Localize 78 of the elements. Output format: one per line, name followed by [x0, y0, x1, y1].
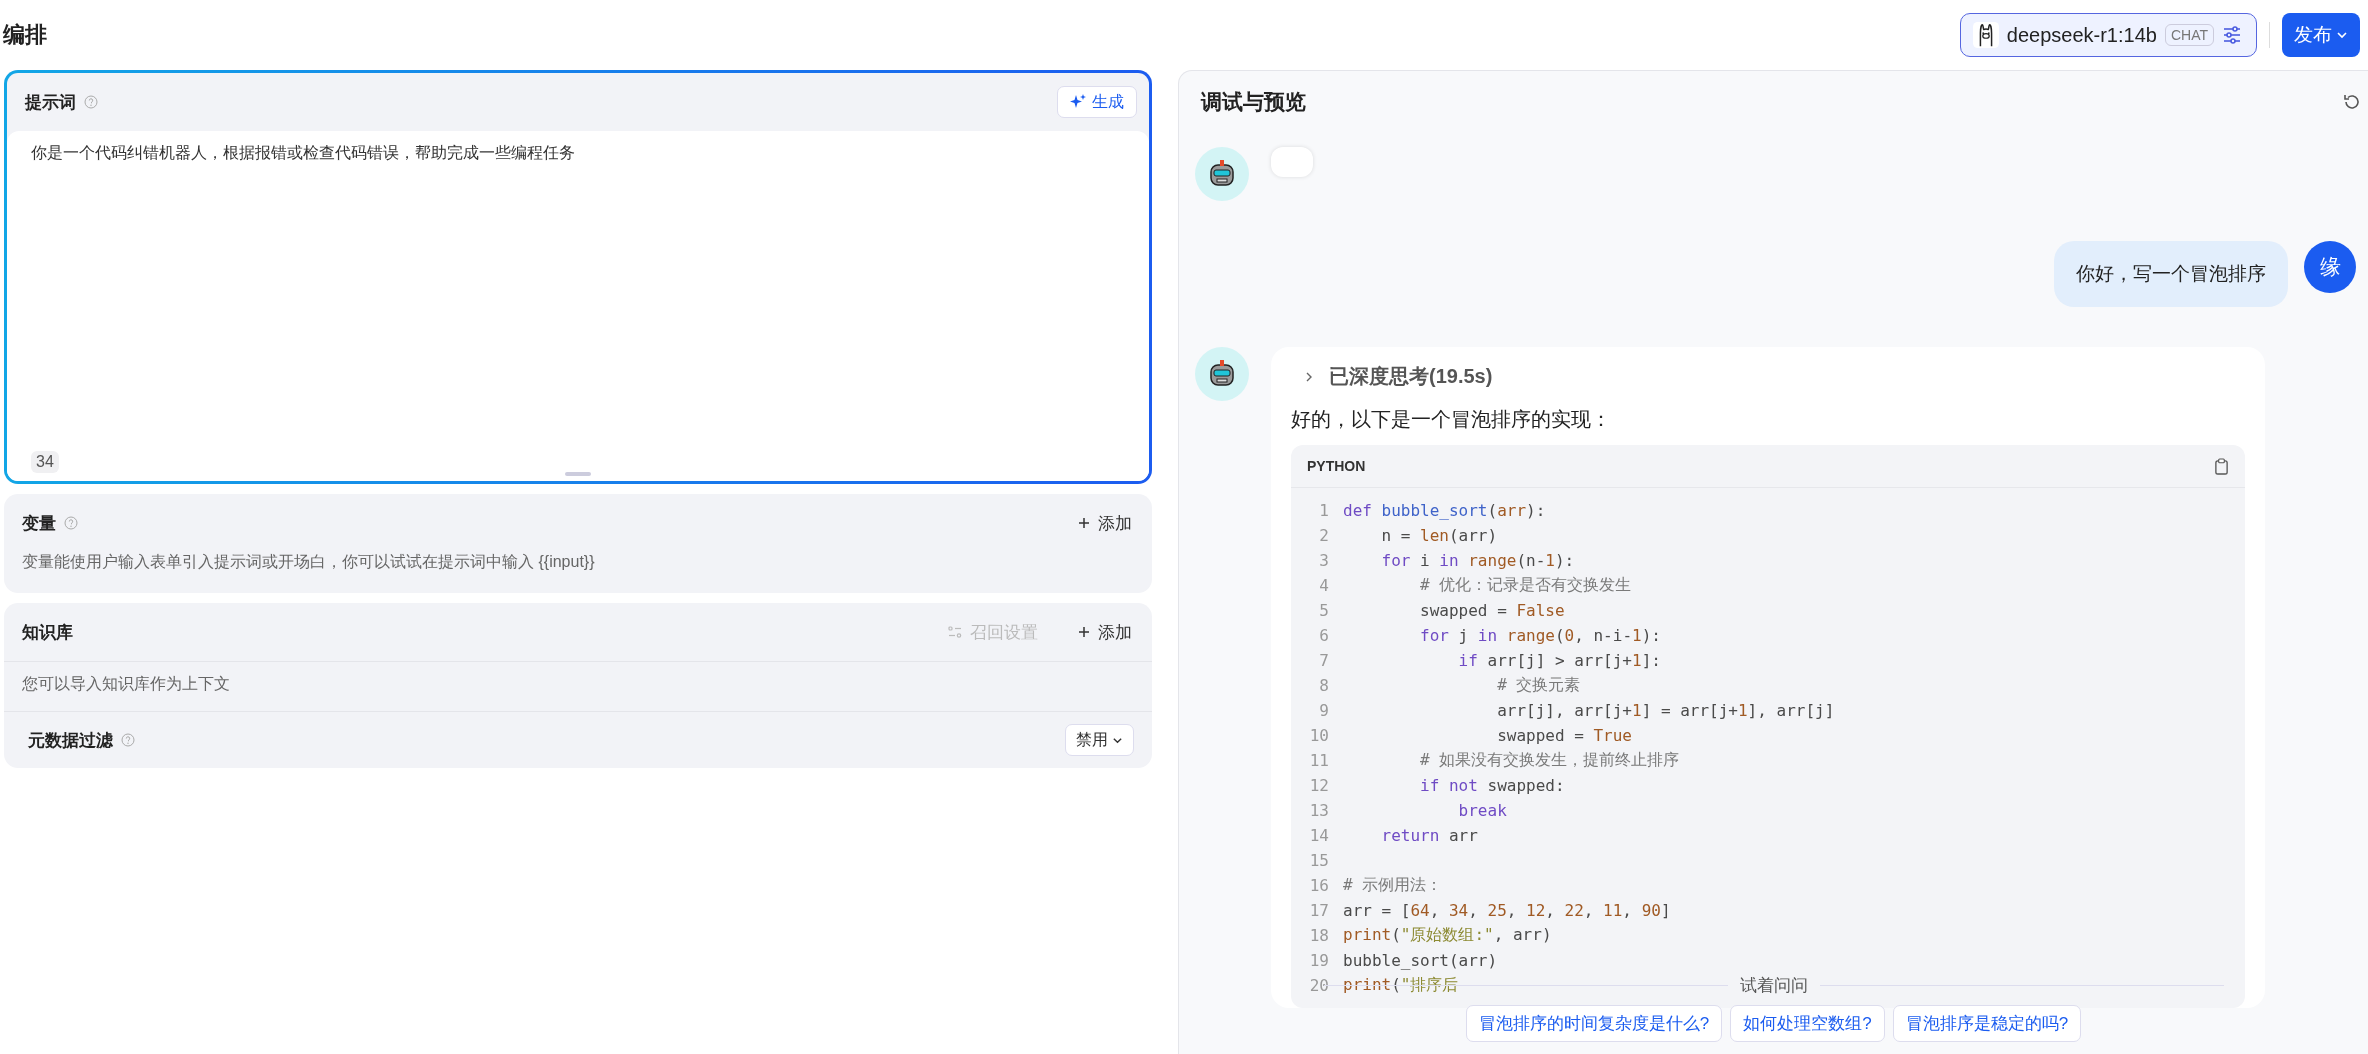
- code-line: return arr: [1380, 826, 1478, 845]
- filter-dropdown[interactable]: 禁用: [1065, 724, 1134, 756]
- code-line: n = len(arr): [1380, 526, 1498, 545]
- code-line: swapped = False: [1419, 601, 1565, 620]
- character-count: 34: [31, 451, 59, 473]
- line-number: 5: [1318, 601, 1329, 620]
- code-line: arr = [64, 34, 25, 12, 22, 11, 90]: [1343, 901, 1671, 920]
- generate-button[interactable]: 生成: [1057, 86, 1137, 118]
- suggestion-chip[interactable]: 冒泡排序是稳定的吗?: [1892, 1005, 2082, 1042]
- user-avatar: 缘: [2304, 241, 2356, 293]
- line-number: 13: [1308, 801, 1329, 820]
- line-number: 7: [1318, 651, 1329, 670]
- code-line: bubble_sort(arr): [1343, 951, 1498, 970]
- line-number: 20: [1308, 976, 1329, 995]
- line-number: 11: [1308, 751, 1329, 770]
- section-title: 知识库: [22, 621, 73, 644]
- line-number: 2: [1318, 526, 1329, 545]
- section-title: 变量: [22, 512, 56, 535]
- code-line: if arr[j] > arr[j+1]:: [1457, 651, 1661, 670]
- llama-icon: [1972, 22, 1999, 48]
- line-number: 9: [1318, 701, 1329, 720]
- resize-handle[interactable]: [565, 472, 591, 476]
- publish-button[interactable]: 发布: [2282, 13, 2360, 57]
- section-title: 提示词: [25, 91, 76, 114]
- model-selector[interactable]: deepseek-r1:14b CHAT: [1959, 13, 2257, 57]
- line-number: 15: [1308, 851, 1329, 870]
- code-line: # 示例用法：: [1343, 875, 1443, 896]
- code-line: swapped = True: [1496, 726, 1632, 745]
- line-number: 3: [1318, 551, 1329, 570]
- sliders-icon: [948, 625, 962, 639]
- help-icon: [64, 516, 78, 530]
- prompt-input[interactable]: 你是一个代码纠错机器人，根据报错或检查代码错误，帮助完成一些编程任务: [31, 143, 1125, 164]
- knowledge-description: 您可以导入知识库作为上下文: [4, 661, 1152, 711]
- line-number: 4: [1318, 576, 1329, 595]
- line-number: 14: [1308, 826, 1329, 845]
- code-line: # 如果没有交换发生，提前终止排序: [1419, 750, 1680, 771]
- chevron-down-icon: [2336, 29, 2348, 41]
- robot-avatar-icon: [1195, 147, 1249, 201]
- robot-avatar-icon: [1195, 347, 1249, 401]
- code-line: # 交换元素: [1496, 675, 1581, 696]
- panel-title: 调试与预览: [1201, 89, 1306, 115]
- settings-icon[interactable]: [2222, 25, 2242, 45]
- suggestions-label: 试着问问: [1739, 975, 1808, 997]
- variables-description: 变量能使用户输入表单引入提示词或开场白，你可以试试在提示词中输入 {{input}}: [21, 552, 596, 572]
- code-line: break: [1457, 801, 1507, 820]
- add-button[interactable]: 添加: [1070, 511, 1140, 535]
- code-line: for i in range(n-1):: [1380, 551, 1575, 570]
- code-line: for j in range(0, n-i-1):: [1419, 626, 1661, 645]
- filter-label: 元数据过滤: [28, 729, 113, 752]
- help-icon: [121, 733, 135, 747]
- line-number: 12: [1308, 776, 1329, 795]
- copy-icon[interactable]: [2214, 457, 2229, 475]
- refresh-icon[interactable]: [2342, 92, 2362, 112]
- code-language: PYTHON: [1307, 458, 1366, 474]
- plus-icon: [1078, 626, 1090, 638]
- user-message: 你好，写一个冒泡排序: [2054, 241, 2288, 307]
- code-line: if not swapped:: [1419, 776, 1565, 795]
- code-line: # 优化：记录是否有交换发生: [1419, 575, 1632, 596]
- line-number: 16: [1308, 876, 1329, 895]
- plus-icon: [1078, 517, 1090, 529]
- line-number: 6: [1318, 626, 1329, 645]
- suggestion-chip[interactable]: 冒泡排序的时间复杂度是什么?: [1465, 1005, 1723, 1042]
- thinking-toggle[interactable]: 已深度思考(19.5s): [1291, 359, 1505, 394]
- add-button[interactable]: 添加: [1070, 620, 1140, 644]
- line-number: 8: [1318, 676, 1329, 695]
- code-line: arr[j], arr[j+1] = arr[j+1], arr[j]: [1496, 701, 1835, 720]
- line-number: 1: [1318, 501, 1329, 520]
- model-tag: CHAT: [2164, 24, 2214, 46]
- line-number: 10: [1308, 726, 1329, 745]
- help-icon: [84, 95, 98, 109]
- page-title: 编排: [3, 21, 47, 49]
- line-number: 18: [1308, 926, 1329, 945]
- line-number: 19: [1308, 951, 1329, 970]
- line-number: 17: [1308, 901, 1329, 920]
- code-line: print("原始数组:", arr): [1343, 925, 1552, 946]
- suggestion-chip[interactable]: 如何处理空数组?: [1730, 1005, 1885, 1042]
- code-line: def bubble_sort(arr):: [1343, 501, 1546, 520]
- answer-text: 好的，以下是一个冒泡排序的实现：: [1291, 407, 1612, 432]
